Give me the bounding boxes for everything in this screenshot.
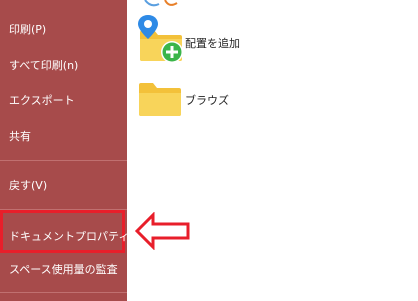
folder-icon <box>139 83 181 116</box>
content-area: 配置を追加 ブラウズ <box>127 0 418 301</box>
menu-item-print[interactable]: 印刷(P) <box>9 23 46 37</box>
menu-item-revert[interactable]: 戻す(V) <box>9 179 47 193</box>
menu-item-print-all[interactable]: すべて印刷(n) <box>9 59 78 73</box>
sidebar: 印刷(P) すべて印刷(n) エクスポート 共有 戻す(V) ドキュメントプロパ… <box>0 0 146 301</box>
menu-item-export[interactable]: エクスポート <box>9 94 75 108</box>
menu-item-space-audit[interactable]: スペース使用量の監査 <box>9 263 118 277</box>
menu-divider <box>0 160 127 161</box>
arrow-left-icon <box>135 212 190 250</box>
partial-icon <box>144 0 178 7</box>
add-location-label[interactable]: 配置を追加 <box>185 35 240 51</box>
menu-item-share[interactable]: 共有 <box>9 130 31 144</box>
browse-item[interactable] <box>137 80 185 124</box>
menu-divider <box>0 292 127 293</box>
browse-label[interactable]: ブラウズ <box>185 92 229 108</box>
folder-plus-icon <box>138 15 183 63</box>
add-location-item[interactable] <box>137 15 187 71</box>
menu-item-document-properties[interactable]: ドキュメントプロパティ(D) <box>9 230 146 244</box>
